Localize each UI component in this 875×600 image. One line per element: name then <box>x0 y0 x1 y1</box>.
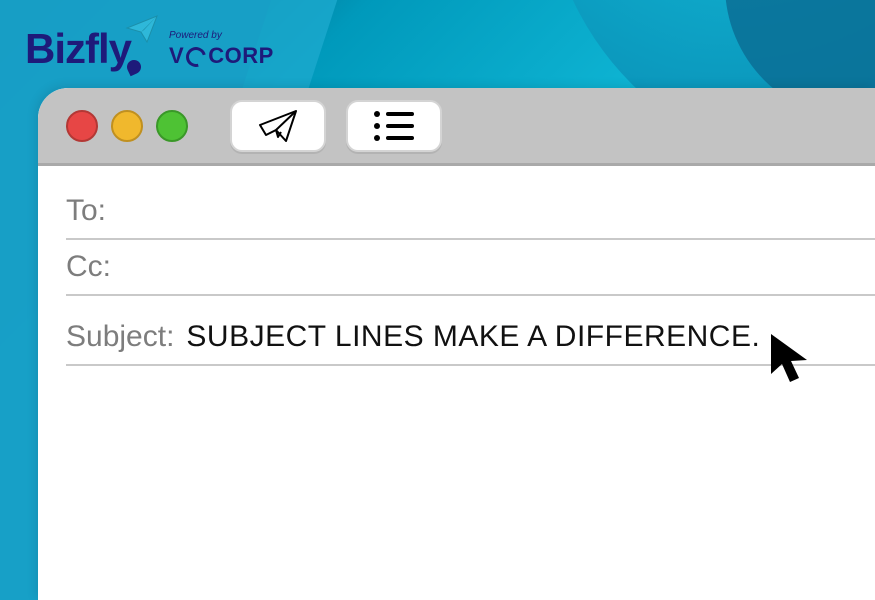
vccorp-c-icon <box>183 43 210 70</box>
menu-button[interactable] <box>346 100 442 152</box>
bizfly-logo: Bizfly <box>25 28 131 70</box>
hamburger-icon <box>374 111 414 141</box>
vccorp-logo: V CORP <box>169 43 274 69</box>
close-button[interactable] <box>66 110 98 142</box>
traffic-lights <box>66 110 188 142</box>
compose-window: To: Cc: Subject: SUBJECT LINES MAKE A DI… <box>38 88 875 600</box>
paper-plane-icon <box>256 107 300 145</box>
maximize-button[interactable] <box>156 110 188 142</box>
to-label: To: <box>66 194 106 228</box>
send-button[interactable] <box>230 100 326 152</box>
powered-by: Powered by V CORP <box>169 30 274 69</box>
to-field[interactable]: To: <box>66 184 875 240</box>
subject-field[interactable]: Subject: SUBJECT LINES MAKE A DIFFERENCE… <box>66 310 875 366</box>
subject-value[interactable]: SUBJECT LINES MAKE A DIFFERENCE. <box>186 320 760 354</box>
compose-form: To: Cc: Subject: SUBJECT LINES MAKE A DI… <box>38 166 875 366</box>
cc-field[interactable]: Cc: <box>66 240 875 296</box>
subject-label: Subject: <box>66 320 174 354</box>
bizfly-logo-text: Bizfly <box>25 25 131 72</box>
paper-plane-icon <box>125 14 159 44</box>
titlebar <box>38 88 875 166</box>
minimize-button[interactable] <box>111 110 143 142</box>
brand-header: Bizfly Powered by V CORP <box>25 28 274 70</box>
cc-label: Cc: <box>66 250 111 284</box>
powered-by-label: Powered by <box>169 30 274 41</box>
